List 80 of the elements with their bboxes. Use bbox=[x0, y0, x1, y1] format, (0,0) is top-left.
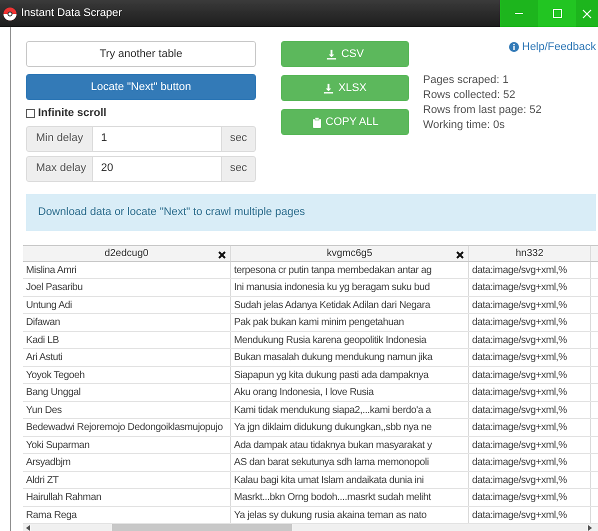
table-cell: data:image/svg+xml,% bbox=[469, 506, 591, 524]
csv-download-button[interactable]: CSV bbox=[281, 41, 409, 67]
table-cell: Difawan bbox=[23, 314, 231, 331]
table-cell: Yun Des bbox=[23, 402, 231, 418]
table-cell: Yoki Suparman bbox=[23, 436, 231, 454]
table-cell: Bukan masalah dukung mendukung namun jika bbox=[231, 349, 469, 366]
table-cell: data:image/svg+xml,% bbox=[469, 314, 591, 331]
table-cell: Bang Unggal bbox=[23, 384, 231, 401]
info-icon bbox=[509, 42, 519, 52]
table-cell: data:image/svg+xml,% bbox=[469, 296, 591, 314]
table-cell: Yoyok Tegoeh bbox=[23, 366, 231, 384]
table-cell: data:image/svg+xml,% bbox=[469, 262, 591, 278]
infinite-scroll-label: Infinite scroll bbox=[38, 106, 106, 121]
download-icon bbox=[326, 48, 338, 60]
table-cell: data:image/svg+xml,% bbox=[469, 384, 591, 401]
table-cell: data:image/svg+xml,% bbox=[469, 436, 591, 454]
table-cell: Kami tidak mendukung siapa2,...kami berdo'a a bbox=[231, 402, 469, 418]
stat-text: Working time: 0s bbox=[423, 118, 506, 132]
close-button[interactable] bbox=[576, 0, 598, 27]
table-cell: Joel Pasaribu bbox=[23, 279, 231, 296]
help-feedback-link[interactable]: Help/Feedback bbox=[509, 39, 596, 56]
table-cell: Siapapun yg kita dukung pasti ada dampaknya bbox=[231, 366, 469, 384]
unit-label: sec bbox=[221, 156, 256, 182]
close-icon bbox=[582, 8, 592, 18]
table-cell: Masrkt...bkn Orng bodoh....masrkt sudah meliht bbox=[231, 489, 469, 506]
table-cell: Mislina Amri bbox=[23, 262, 231, 278]
table-cell: Aku orang Indonesia, I love Rusia bbox=[231, 384, 469, 401]
table-cell: data:image/svg+xml,% bbox=[469, 402, 591, 418]
table-cell: Ya jelas sy dukung rusia akaina teman as nato bbox=[231, 506, 469, 524]
column-title: hn332 bbox=[516, 246, 544, 261]
table-cell: Pak pak bukan kami minim pengetahuan bbox=[231, 314, 469, 331]
table-cell: data:image/svg+xml,% bbox=[469, 332, 591, 348]
table-cell: data:image/svg+xml,% bbox=[469, 419, 591, 436]
xlsx-download-button[interactable]: XLSX bbox=[281, 75, 409, 101]
stat-text: Rows collected: 52 bbox=[423, 88, 516, 102]
table-cell: Kadi LB bbox=[23, 332, 231, 348]
app-logo-icon bbox=[3, 6, 17, 20]
table-cell: Arsyadbjm bbox=[23, 454, 231, 471]
infinite-scroll-checkbox[interactable] bbox=[26, 108, 35, 118]
stat-text: Rows from last page: 52 bbox=[423, 102, 543, 118]
close-icon[interactable] bbox=[456, 250, 464, 259]
table-cell: Aldri ZT bbox=[23, 472, 231, 488]
table-cell: terpesona cr putin tanpa membedakan antar ag bbox=[231, 262, 469, 278]
clipboard-icon bbox=[312, 116, 322, 128]
table-cell: data:image/svg+xml,% bbox=[469, 279, 591, 296]
scroll-left-icon[interactable] bbox=[26, 525, 30, 531]
table-cell: data:image/svg+xml,% bbox=[469, 489, 591, 506]
download-icon bbox=[323, 82, 334, 94]
table-cell: data:image/svg+xml,% bbox=[469, 366, 591, 384]
table-cell: Bedewadwi Rejoremojo Dedongoiklasmujopujo bbox=[23, 419, 231, 436]
delay-label: Max delay bbox=[26, 156, 93, 182]
table-cell: Untung Adi bbox=[23, 296, 231, 314]
horizontal-scrollbar[interactable] bbox=[23, 524, 598, 531]
table-cell: data:image/svg+xml,% bbox=[469, 472, 591, 488]
table-cell: AS dan barat sekutunya sdh lama memonopoli bbox=[231, 454, 469, 471]
table-cell: Hairullah Rahman bbox=[23, 489, 231, 506]
try-another-table-button[interactable]: Try another table bbox=[26, 41, 256, 67]
table-cell: Sudah jelas Adanya Ketidak Adilan dari Negara bbox=[231, 296, 469, 314]
table-cell: Rama Rega bbox=[23, 506, 231, 524]
window-title: Instant Data Scraper bbox=[21, 6, 122, 22]
close-icon[interactable] bbox=[218, 250, 226, 259]
locate-next-button[interactable]: Locate "Next" button bbox=[26, 74, 256, 100]
table-cell: Ini manusia indonesia ku yg beragam suku bud bbox=[231, 279, 469, 296]
column-title: kvgmc6g5 bbox=[326, 246, 372, 261]
table-cell: Mendukung Rusia karena geopolitik Indonesia bbox=[231, 332, 469, 348]
delay-field[interactable]: 1 bbox=[93, 126, 221, 152]
table-cell: Ari Astuti bbox=[23, 349, 231, 366]
table-cell: Ada dampak atau tidaknya bukan masyarakat y bbox=[231, 436, 469, 454]
column-title: d2edcug0 bbox=[104, 246, 148, 261]
table-cell: Ya jgn diklaim didukung dukungkan,,sbb nya ne bbox=[231, 419, 469, 436]
unit-label: sec bbox=[221, 126, 256, 152]
info-banner: Download data or locate "Next" to crawl multiple pages bbox=[26, 194, 596, 231]
delay-field[interactable]: 20 bbox=[93, 156, 221, 182]
table-cell: data:image/svg+xml,% bbox=[469, 454, 591, 471]
scroll-right-icon[interactable] bbox=[588, 525, 592, 531]
stat-text: Pages scraped: 1 bbox=[423, 72, 510, 88]
table-cell: Kalau bagi kita umat Islam andaikata dunia ini bbox=[231, 472, 469, 488]
copy-all-button[interactable]: COPY ALL bbox=[281, 109, 409, 135]
table-cell: data:image/svg+xml,% bbox=[469, 349, 591, 366]
delay-label: Min delay bbox=[26, 126, 93, 152]
